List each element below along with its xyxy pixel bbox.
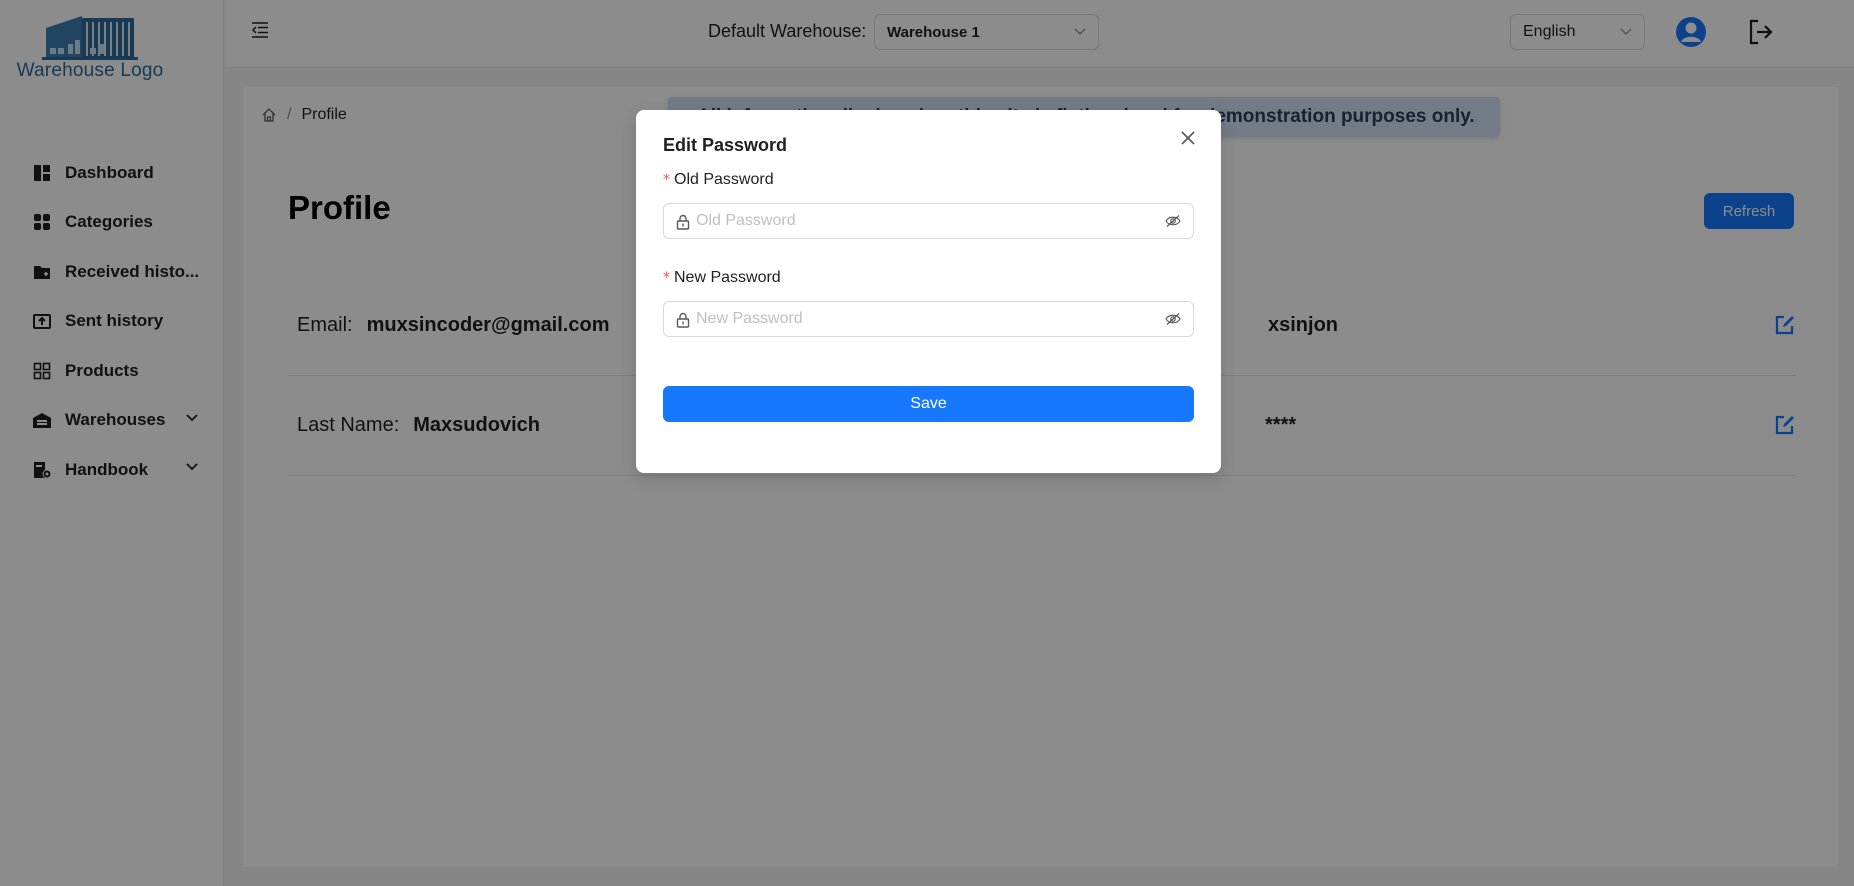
save-button[interactable]: Save	[663, 386, 1194, 422]
modal-title: Edit Password	[663, 135, 788, 155]
eye-invisible-icon[interactable]	[1165, 312, 1181, 326]
lock-icon	[676, 214, 690, 230]
required-mark: *	[663, 172, 670, 188]
edit-password-modal: Edit Password * Old Password * New Passwor…	[636, 110, 1221, 473]
close-icon[interactable]	[1180, 130, 1196, 146]
new-password-label-text: New Password	[674, 269, 781, 286]
old-password-input[interactable]	[696, 210, 1146, 232]
old-password-field[interactable]	[663, 203, 1194, 239]
old-password-label: * Old Password	[663, 171, 774, 189]
new-password-field[interactable]	[663, 301, 1194, 337]
lock-icon	[676, 312, 690, 328]
old-password-label-text: Old Password	[674, 171, 774, 188]
new-password-input[interactable]	[696, 308, 1146, 330]
eye-invisible-icon[interactable]	[1165, 214, 1181, 228]
new-password-label: * New Password	[663, 269, 781, 287]
required-mark: *	[663, 270, 670, 286]
